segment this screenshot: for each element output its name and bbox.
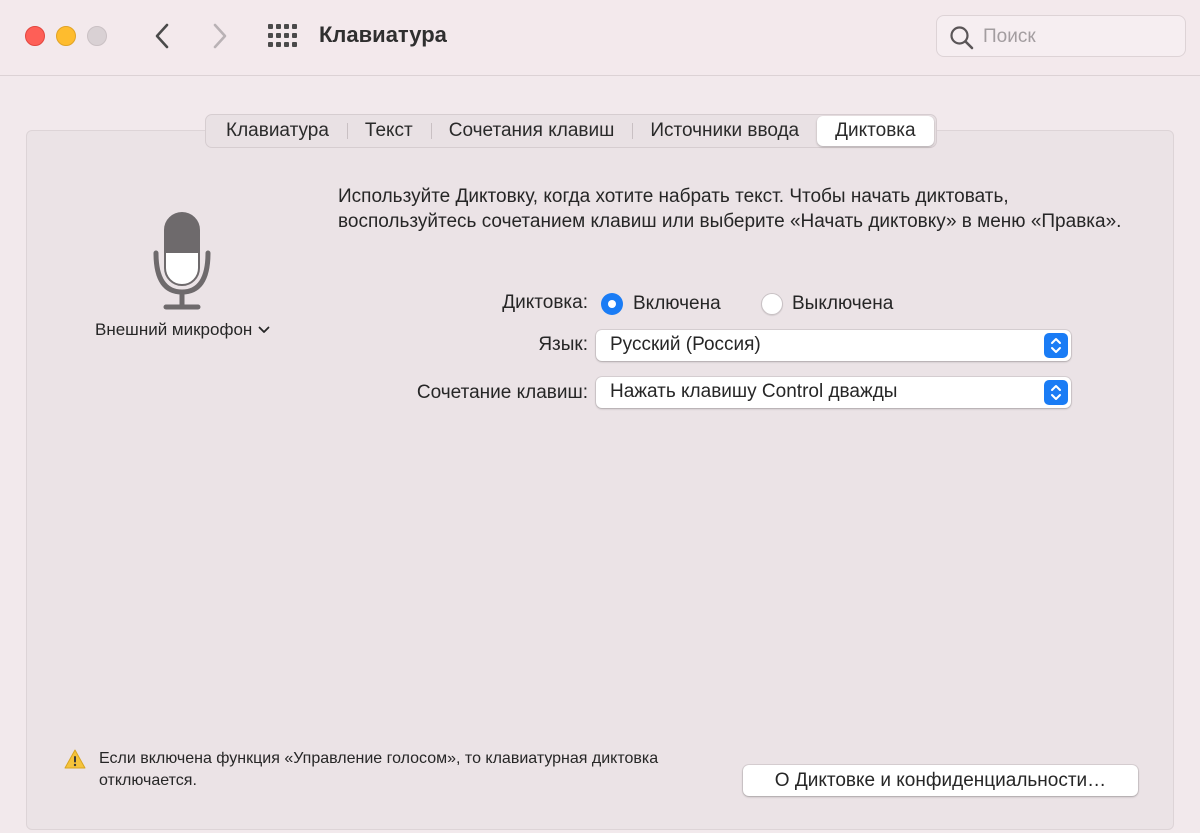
search-icon: [950, 26, 974, 50]
language-popup[interactable]: Русский (Россия): [596, 330, 1071, 361]
tab-text[interactable]: Текст: [346, 116, 431, 146]
show-all-button[interactable]: [266, 22, 298, 50]
chevron-left-icon: [155, 23, 169, 49]
chevron-right-icon: [213, 23, 227, 49]
tab-shortcuts[interactable]: Сочетания клавиш: [430, 116, 633, 146]
dictation-off-radio[interactable]: [761, 293, 783, 315]
updown-arrows-icon: [1044, 333, 1068, 358]
tab-keyboard[interactable]: Клавиатура: [208, 116, 347, 146]
tab-bar: Клавиатура Текст Сочетания клавиш Источн…: [205, 114, 937, 148]
language-label: Язык:: [538, 334, 588, 355]
back-button[interactable]: [147, 20, 177, 52]
minimize-button[interactable]: [56, 26, 76, 46]
dictation-on-label[interactable]: Включена: [633, 293, 721, 315]
microphone-source-label: Внешний микрофон: [95, 320, 253, 339]
dictation-off-label[interactable]: Выключена: [792, 293, 893, 315]
search-input[interactable]: [983, 24, 1173, 50]
forward-button[interactable]: [205, 20, 235, 52]
about-dictation-privacy-button[interactable]: О Диктовке и конфиденциальности…: [743, 765, 1138, 796]
shortcut-label: Сочетание клавиш:: [416, 382, 588, 403]
dictation-on-radio[interactable]: [601, 293, 623, 315]
microphone-source-menu[interactable]: Внешний микрофон: [95, 320, 270, 340]
search-field[interactable]: [936, 15, 1186, 57]
title-bar: Клавиатура: [0, 0, 1200, 76]
dictation-label: Диктовка:: [502, 292, 588, 313]
window-title: Клавиатура: [319, 22, 447, 47]
description-text: Используйте Диктовку, когда хотите набра…: [338, 186, 1122, 232]
updown-arrows-icon: [1044, 380, 1068, 405]
tab-dictation[interactable]: Диктовка: [817, 116, 934, 146]
shortcut-value: Нажать клавишу Control дважды: [610, 381, 898, 402]
language-value: Русский (Россия): [610, 334, 761, 355]
chevron-down-icon: [258, 326, 270, 333]
zoom-button[interactable]: [87, 26, 107, 46]
warning-text: Если включена функция «Управление голосо…: [99, 750, 659, 789]
close-button[interactable]: [25, 26, 45, 46]
tab-input-sources[interactable]: Источники ввода: [632, 116, 817, 146]
grid-icon: [268, 24, 297, 47]
shortcut-popup[interactable]: Нажать клавишу Control дважды: [596, 377, 1071, 408]
microphone-icon: [153, 212, 211, 310]
warning-icon: [64, 749, 86, 769]
